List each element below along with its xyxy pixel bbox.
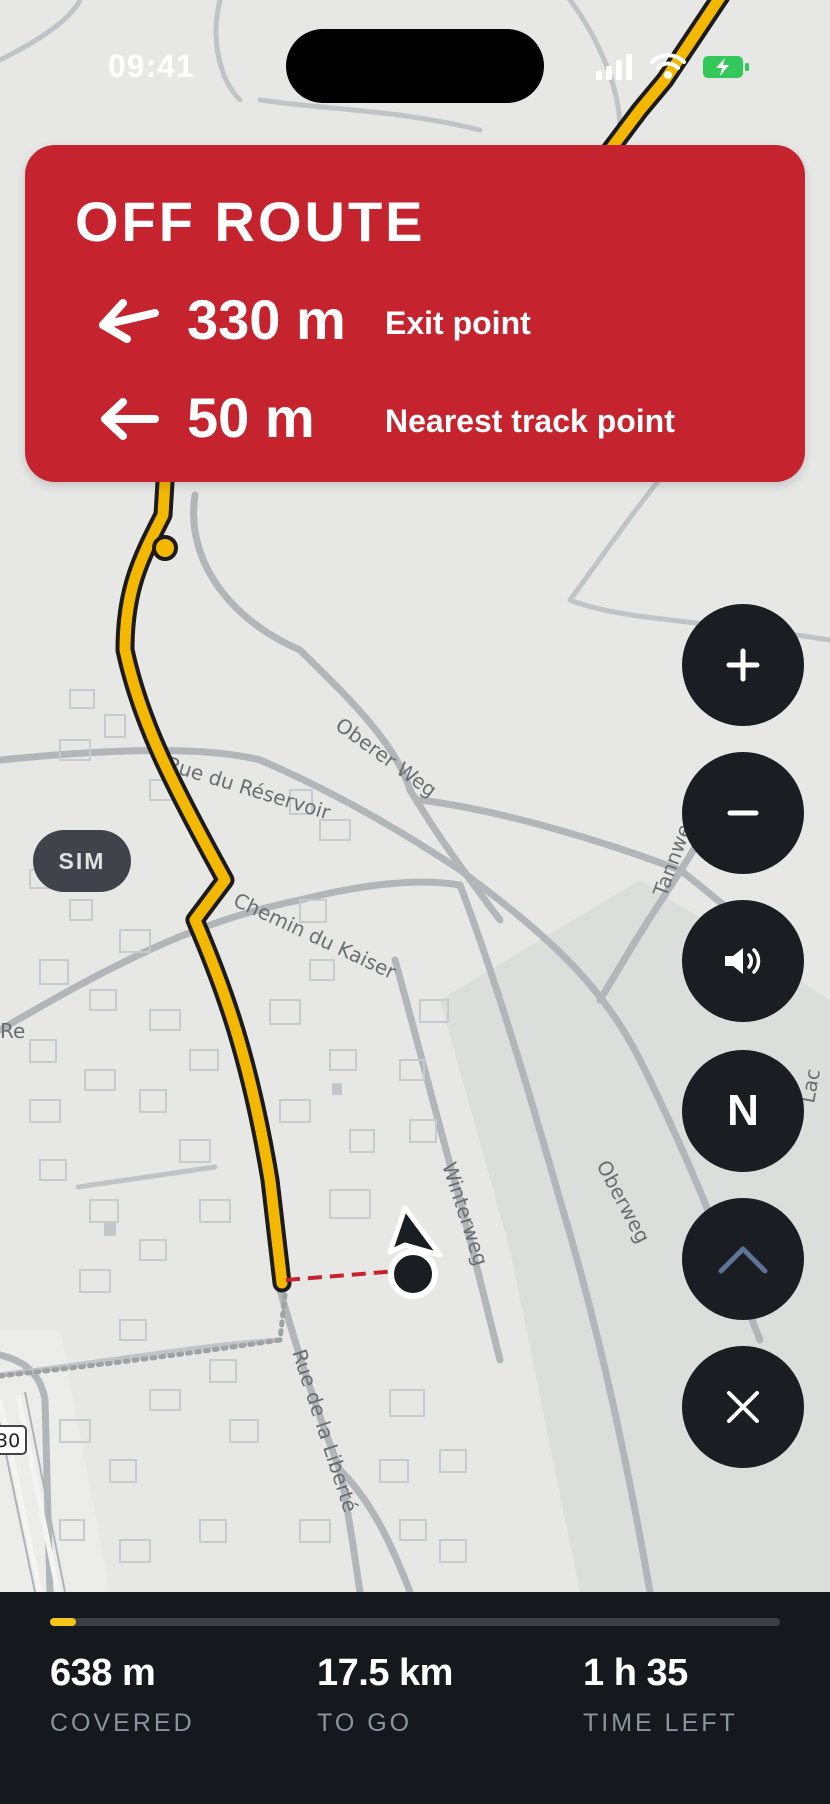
exit-point-distance: 330 m	[187, 288, 346, 351]
time-left-value: 1 h 35	[583, 1652, 688, 1694]
sim-badge[interactable]: SIM	[33, 830, 131, 892]
chevron-up-icon	[718, 1246, 768, 1274]
battery-charging-icon	[703, 56, 749, 78]
time-left-label: TIME LEFT	[583, 1709, 738, 1737]
street-label-re: Re	[0, 1019, 25, 1043]
zoom-out-button[interactable]	[682, 752, 804, 874]
north-label: N	[727, 1086, 759, 1135]
covered-value: 638 m	[50, 1652, 156, 1694]
nearest-track-point-distance: 50 m	[187, 386, 315, 449]
trip-progress-fill	[50, 1618, 76, 1626]
to-go-label: TO GO	[317, 1709, 413, 1737]
cellular-signal-icon	[596, 54, 632, 80]
sound-toggle-button[interactable]	[682, 900, 804, 1022]
off-route-banner: OFF ROUTE 330 m Exit point 50 m Nearest …	[25, 145, 805, 482]
plus-icon	[726, 648, 760, 682]
covered-label: COVERED	[50, 1709, 195, 1737]
arrow-left-angled-icon	[99, 299, 159, 343]
nearest-track-point-row: 50 m Nearest track point	[75, 383, 775, 453]
exit-point-row: 330 m Exit point	[75, 285, 775, 355]
nearest-track-point-label: Nearest track point	[385, 403, 675, 439]
banner-title: OFF ROUTE	[75, 190, 426, 253]
compass-north-button[interactable]: N	[682, 1050, 804, 1172]
recenter-heading-button[interactable]	[682, 1198, 804, 1320]
time-left-stat: 1 h 35 TIME LEFT	[583, 1652, 738, 1738]
road-number-shield: 30	[0, 1425, 27, 1455]
close-icon	[727, 1391, 759, 1423]
wifi-icon	[650, 53, 686, 79]
speaker-icon	[725, 948, 761, 974]
arrow-left-icon	[101, 398, 159, 440]
status-bar: 09:41	[0, 0, 830, 120]
to-go-stat: 17.5 km TO GO	[317, 1652, 453, 1738]
status-time: 09:41	[108, 48, 195, 84]
close-navigation-button[interactable]	[682, 1346, 804, 1468]
trip-progress-bar	[50, 1618, 780, 1626]
exit-point-label: Exit point	[385, 305, 531, 341]
minus-icon	[727, 810, 759, 816]
to-go-value: 17.5 km	[317, 1652, 453, 1694]
dynamic-island	[286, 29, 544, 103]
svg-text:30: 30	[0, 1430, 20, 1452]
covered-stat: 638 m COVERED	[50, 1652, 195, 1738]
zoom-in-button[interactable]	[682, 604, 804, 726]
